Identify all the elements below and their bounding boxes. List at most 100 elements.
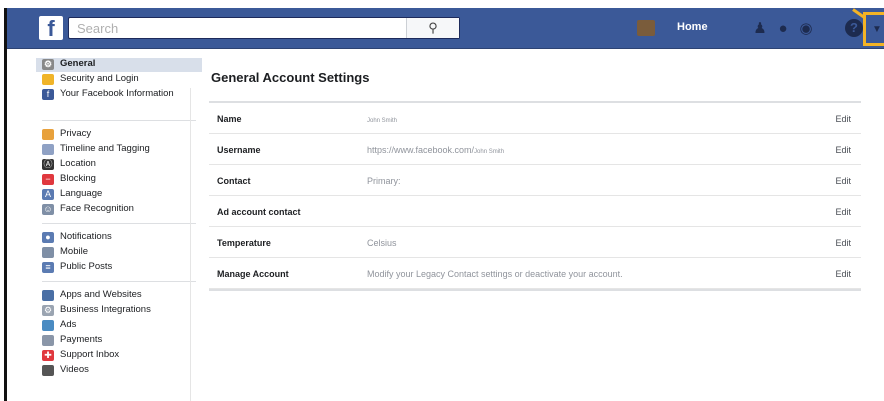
setting-value: John Smith: [367, 114, 397, 124]
sidebar-item-label: Notifications: [60, 231, 112, 242]
sidebar-item-language[interactable]: A Language: [36, 188, 202, 202]
sidebar-item-public-posts[interactable]: ≡ Public Posts: [36, 261, 202, 275]
home-link[interactable]: Home: [677, 21, 708, 33]
sidebar-item-label: Videos: [60, 364, 89, 375]
sidebar-item-business-integrations[interactable]: ⚙ Business Integrations: [36, 304, 202, 318]
main-content: General Account Settings Name John Smith E…: [209, 58, 861, 291]
edit-link[interactable]: Edit: [835, 176, 851, 186]
sidebar-item-label: Payments: [60, 334, 103, 345]
sidebar-item-label: Timeline and Tagging: [60, 143, 150, 154]
notifications-icon[interactable]: ◉: [797, 20, 815, 38]
setting-label: Temperature: [217, 238, 271, 248]
sidebar-item-security-and-login[interactable]: Security and Login: [36, 73, 202, 87]
ads-icon: [42, 320, 54, 331]
blocking-icon: −: [42, 174, 54, 185]
settings-row[interactable]: Contact Primary: Edit: [209, 165, 861, 196]
sidebar-item-privacy[interactable]: Privacy: [36, 128, 202, 142]
sidebar-item-blocking[interactable]: − Blocking: [36, 173, 202, 187]
setting-label: Name: [217, 114, 242, 124]
sidebar-item-label: Public Posts: [60, 261, 113, 272]
setting-value-detail: John Smith: [367, 118, 398, 124]
setting-label: Ad account contact: [217, 207, 301, 217]
setting-value-text: Modify your Legacy Contact settings or d…: [367, 269, 623, 279]
edit-link[interactable]: Edit: [835, 207, 851, 217]
settings-row[interactable]: Temperature Celsius Edit: [209, 227, 861, 258]
window-edge: [4, 8, 7, 401]
setting-label: Contact: [217, 176, 251, 186]
sidebar-item-label: Location: [60, 158, 96, 169]
friends-icon[interactable]: ♟: [751, 20, 769, 38]
facebook-logo-icon[interactable]: f: [39, 16, 63, 41]
sidebar-item-mobile[interactable]: Mobile: [36, 246, 202, 260]
business-icon: ⚙: [42, 305, 54, 316]
sidebar-divider: [190, 88, 191, 401]
sidebar-separator: [42, 120, 196, 121]
edit-link[interactable]: Edit: [835, 238, 851, 248]
gear-icon: ⚙: [42, 59, 54, 70]
account-dropdown-button[interactable]: ▼: [863, 12, 884, 46]
setting-label: Username: [217, 145, 261, 155]
sidebar-item-payments[interactable]: Payments: [36, 334, 202, 348]
sidebar-item-label: Mobile: [60, 246, 88, 257]
settings-table: Name John Smith Edit Username https://www.fa…: [209, 103, 861, 289]
sidebar-item-label: Business Integrations: [60, 304, 151, 315]
shield-icon: [42, 74, 54, 85]
setting-label: Manage Account: [217, 269, 289, 279]
timeline-icon: [42, 144, 54, 155]
settings-row[interactable]: Name John Smith Edit: [209, 103, 861, 134]
settings-sidebar: ⚙ General Security and Login f Your Facebook…: [36, 58, 202, 379]
lock-icon: [42, 129, 54, 140]
profile-avatar[interactable]: [637, 20, 655, 36]
setting-value: Modify your Legacy Contact settings or d…: [367, 269, 623, 279]
apps-icon: [42, 290, 54, 301]
sidebar-item-your-facebook-information[interactable]: f Your Facebook Information: [36, 88, 202, 114]
setting-value-text: Celsius: [367, 238, 397, 248]
sidebar-item-label: Ads: [60, 319, 77, 330]
settings-row[interactable]: Manage Account Modify your Legacy Contact…: [209, 258, 861, 289]
face-icon: ☺: [42, 204, 54, 215]
sidebar-item-label: Privacy: [60, 128, 92, 139]
messenger-icon[interactable]: ●: [774, 20, 792, 38]
top-navigation-bar: f Search ⚲ Home ♟ ● ◉ ? ▼: [7, 8, 884, 49]
sidebar-item-label: Support Inbox: [60, 349, 120, 360]
search-input[interactable]: Search ⚲: [68, 17, 460, 39]
page-title: General Account Settings: [211, 70, 370, 85]
globe-icon: ●: [42, 232, 54, 243]
sidebar-item-face-recognition[interactable]: ☺ Face Recognition: [36, 203, 202, 217]
sidebar-item-label: Face Recognition: [60, 203, 134, 214]
facebook-icon: f: [42, 89, 54, 100]
rss-icon: ≡: [42, 262, 54, 273]
setting-value-text: Primary:: [367, 176, 401, 186]
setting-value-detail: John Smith: [474, 149, 505, 155]
help-icon[interactable]: ?: [845, 19, 863, 37]
sidebar-item-support-inbox[interactable]: ✚ Support Inbox: [36, 349, 202, 363]
sidebar-item-label: Apps and Websites: [60, 289, 142, 300]
sidebar-item-timeline-and-tagging[interactable]: Timeline and Tagging: [36, 143, 202, 157]
sidebar-item-videos[interactable]: Videos: [36, 364, 202, 378]
support-icon: ✚: [42, 350, 54, 361]
edit-link[interactable]: Edit: [835, 269, 851, 279]
sidebar-item-ads[interactable]: Ads: [36, 319, 202, 333]
sidebar-item-notifications[interactable]: ● Notifications: [36, 231, 202, 245]
settings-row[interactable]: Username https://www.facebook.com/John Sm…: [209, 134, 861, 165]
sidebar-separator: [42, 223, 196, 224]
setting-value-text: https://www.facebook.com/: [367, 145, 475, 155]
location-icon: Ⓐ: [42, 159, 54, 170]
sidebar-item-label: Your Facebook Information: [60, 88, 174, 99]
edit-link[interactable]: Edit: [835, 114, 851, 124]
edit-link[interactable]: Edit: [835, 145, 851, 155]
dropdown-icon: ▼: [872, 24, 882, 35]
sidebar-item-label: Language: [60, 188, 103, 199]
table-bottom-divider: [209, 289, 861, 291]
setting-value: Primary:: [367, 176, 401, 186]
sidebar-separator: [42, 281, 196, 282]
sidebar-item-apps-and-websites[interactable]: Apps and Websites: [36, 289, 202, 303]
sidebar-item-general[interactable]: ⚙ General: [36, 58, 202, 72]
sidebar-item-location[interactable]: Ⓐ Location: [36, 158, 202, 172]
search-placeholder: Search: [77, 21, 119, 36]
setting-value: https://www.facebook.com/John Smith: [367, 145, 504, 155]
settings-row[interactable]: Ad account contact Edit: [209, 196, 861, 227]
mobile-icon: [42, 247, 54, 258]
videos-icon: [42, 365, 54, 376]
search-button[interactable]: ⚲: [406, 18, 459, 38]
